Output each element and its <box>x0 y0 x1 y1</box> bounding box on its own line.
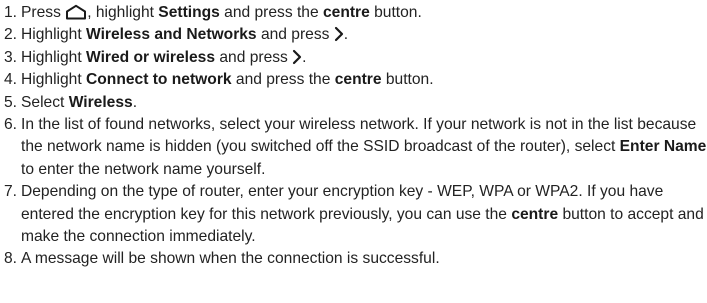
step-number: 7. <box>4 183 18 201</box>
step-text: A message will be shown when the connect… <box>21 250 440 268</box>
step-item: 3. Highlight Wired or wireless and press … <box>4 47 707 69</box>
step-number: 3. <box>4 48 18 66</box>
step-text: . <box>343 26 349 44</box>
step-item: 1. Press , highlight Settings and press t… <box>4 2 707 24</box>
ui-term: Wireless <box>68 93 133 111</box>
ui-term: centre <box>511 205 559 223</box>
step-number: 4. <box>4 71 18 89</box>
step-text: button. <box>381 71 434 89</box>
home-icon <box>65 4 87 20</box>
step-text: button. <box>369 4 422 21</box>
step-text: In the list of found networks, select yo… <box>21 116 697 156</box>
step-text: and press the <box>219 4 323 21</box>
step-text: and press <box>256 26 334 44</box>
step-number: 8. <box>4 250 18 268</box>
step-number: 5. <box>4 93 18 111</box>
step-text: Select <box>21 93 69 111</box>
ui-term: Connect to network <box>86 71 232 89</box>
instruction-list: 1. Press , highlight Settings and press t… <box>0 0 707 271</box>
step-text: and press the <box>231 71 335 89</box>
step-item: 4. Highlight Connect to network and press… <box>4 69 707 91</box>
step-item: 5. Select Wireless. <box>4 92 707 114</box>
step-text: , highlight <box>87 4 159 21</box>
chevron-right-icon <box>334 26 344 42</box>
ui-term: Enter Name <box>619 138 707 156</box>
step-text: Highlight <box>21 71 87 89</box>
step-text: . <box>302 48 307 66</box>
step-item: 7. Depending on the type of router, enter… <box>4 181 707 248</box>
step-text: Highlight <box>21 48 87 66</box>
ui-term: Wireless and Networks <box>86 26 257 44</box>
step-item: 6. In the list of found networks, select … <box>4 114 707 181</box>
step-item: 8. A message will be shown when the conne… <box>4 248 707 270</box>
ui-term: Settings <box>158 4 220 21</box>
ui-term: Wired or wireless <box>86 48 216 66</box>
step-text: to enter the network name yourself. <box>21 160 266 178</box>
step-text: and press <box>215 48 293 66</box>
chevron-right-icon <box>292 49 302 65</box>
step-text: Press <box>21 4 66 21</box>
step-text: . <box>132 93 138 111</box>
step-number: 1. <box>4 4 18 21</box>
step-text: Highlight <box>21 26 87 44</box>
ui-term: centre <box>334 71 382 89</box>
step-number: 6. <box>4 116 18 134</box>
ui-term: centre <box>322 4 370 21</box>
step-number: 2. <box>4 26 18 44</box>
step-item: 2. Highlight Wireless and Networks and pr… <box>4 24 707 46</box>
